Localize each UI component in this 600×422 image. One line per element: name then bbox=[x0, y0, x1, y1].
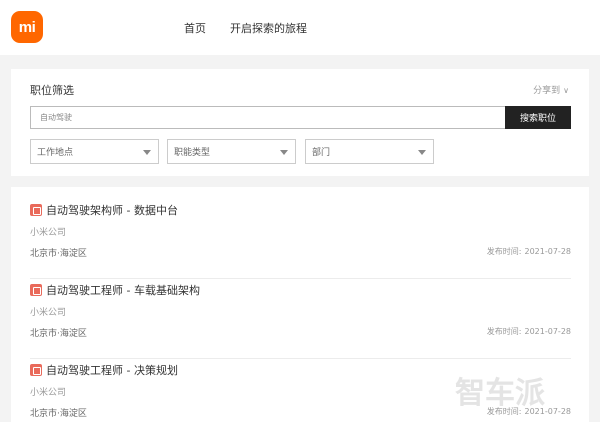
chevron-down-icon: ∨ bbox=[563, 86, 569, 95]
nav-home-link[interactable]: 首页 bbox=[184, 20, 206, 36]
mi-logo[interactable]: mi bbox=[11, 11, 43, 43]
location-select[interactable]: 工作地点 bbox=[30, 139, 159, 164]
share-label: 分享到 bbox=[533, 86, 561, 96]
search-button[interactable]: 搜索职位 bbox=[505, 106, 571, 129]
job-company: 小米公司 bbox=[30, 228, 67, 238]
department-select[interactable]: 部门 bbox=[305, 139, 434, 164]
location-select-value: 工作地点 bbox=[37, 148, 74, 158]
top-navigation-bar: mi 首页 开启探索的旅程 bbox=[0, 0, 600, 55]
function-type-select[interactable]: 职能类型 bbox=[167, 139, 296, 164]
divider bbox=[30, 358, 571, 359]
function-type-select-value: 职能类型 bbox=[174, 148, 211, 158]
job-company: 小米公司 bbox=[30, 388, 67, 398]
publish-date-label: 发布时间: bbox=[486, 327, 522, 336]
job-location: 北京市·海淀区 bbox=[30, 249, 87, 259]
divider bbox=[30, 278, 571, 279]
nav-explore-link[interactable]: 开启探索的旅程 bbox=[230, 20, 307, 36]
job-location: 北京市·海淀区 bbox=[30, 409, 87, 419]
filter-title: 职位筛选 bbox=[30, 84, 74, 97]
department-select-value: 部门 bbox=[312, 148, 331, 158]
job-publish-date: 发布时间: 2021-07-28 bbox=[487, 246, 571, 257]
job-company: 小米公司 bbox=[30, 308, 67, 318]
search-bar: 搜索职位 bbox=[30, 106, 571, 129]
caret-down-icon bbox=[280, 150, 288, 155]
caret-down-icon bbox=[418, 150, 426, 155]
job-location: 北京市·海淀区 bbox=[30, 329, 87, 339]
job-title[interactable]: 自动驾驶工程师 - 决策规划 bbox=[46, 362, 178, 378]
publish-date-label: 发布时间: bbox=[486, 247, 522, 256]
search-input[interactable] bbox=[30, 106, 505, 129]
job-tag-icon bbox=[30, 204, 42, 216]
publish-date-value: 2021-07-28 bbox=[524, 327, 572, 336]
job-title[interactable]: 自动驾驶工程师 - 车载基础架构 bbox=[46, 282, 200, 298]
job-tag-icon bbox=[30, 364, 42, 376]
watermark: 智车派 bbox=[455, 376, 545, 411]
caret-down-icon bbox=[143, 150, 151, 155]
logo-text: mi bbox=[18, 18, 36, 36]
job-title[interactable]: 自动驾驶架构师 - 数据中台 bbox=[46, 202, 178, 218]
job-tag-icon bbox=[30, 284, 42, 296]
share-dropdown[interactable]: 分享到 ∨ bbox=[533, 83, 569, 96]
publish-date-value: 2021-07-28 bbox=[524, 247, 572, 256]
job-publish-date: 发布时间: 2021-07-28 bbox=[487, 326, 571, 337]
job-filter-panel: 职位筛选 分享到∨ 搜索职位 工作地点 职能类型 部门 bbox=[11, 69, 589, 176]
